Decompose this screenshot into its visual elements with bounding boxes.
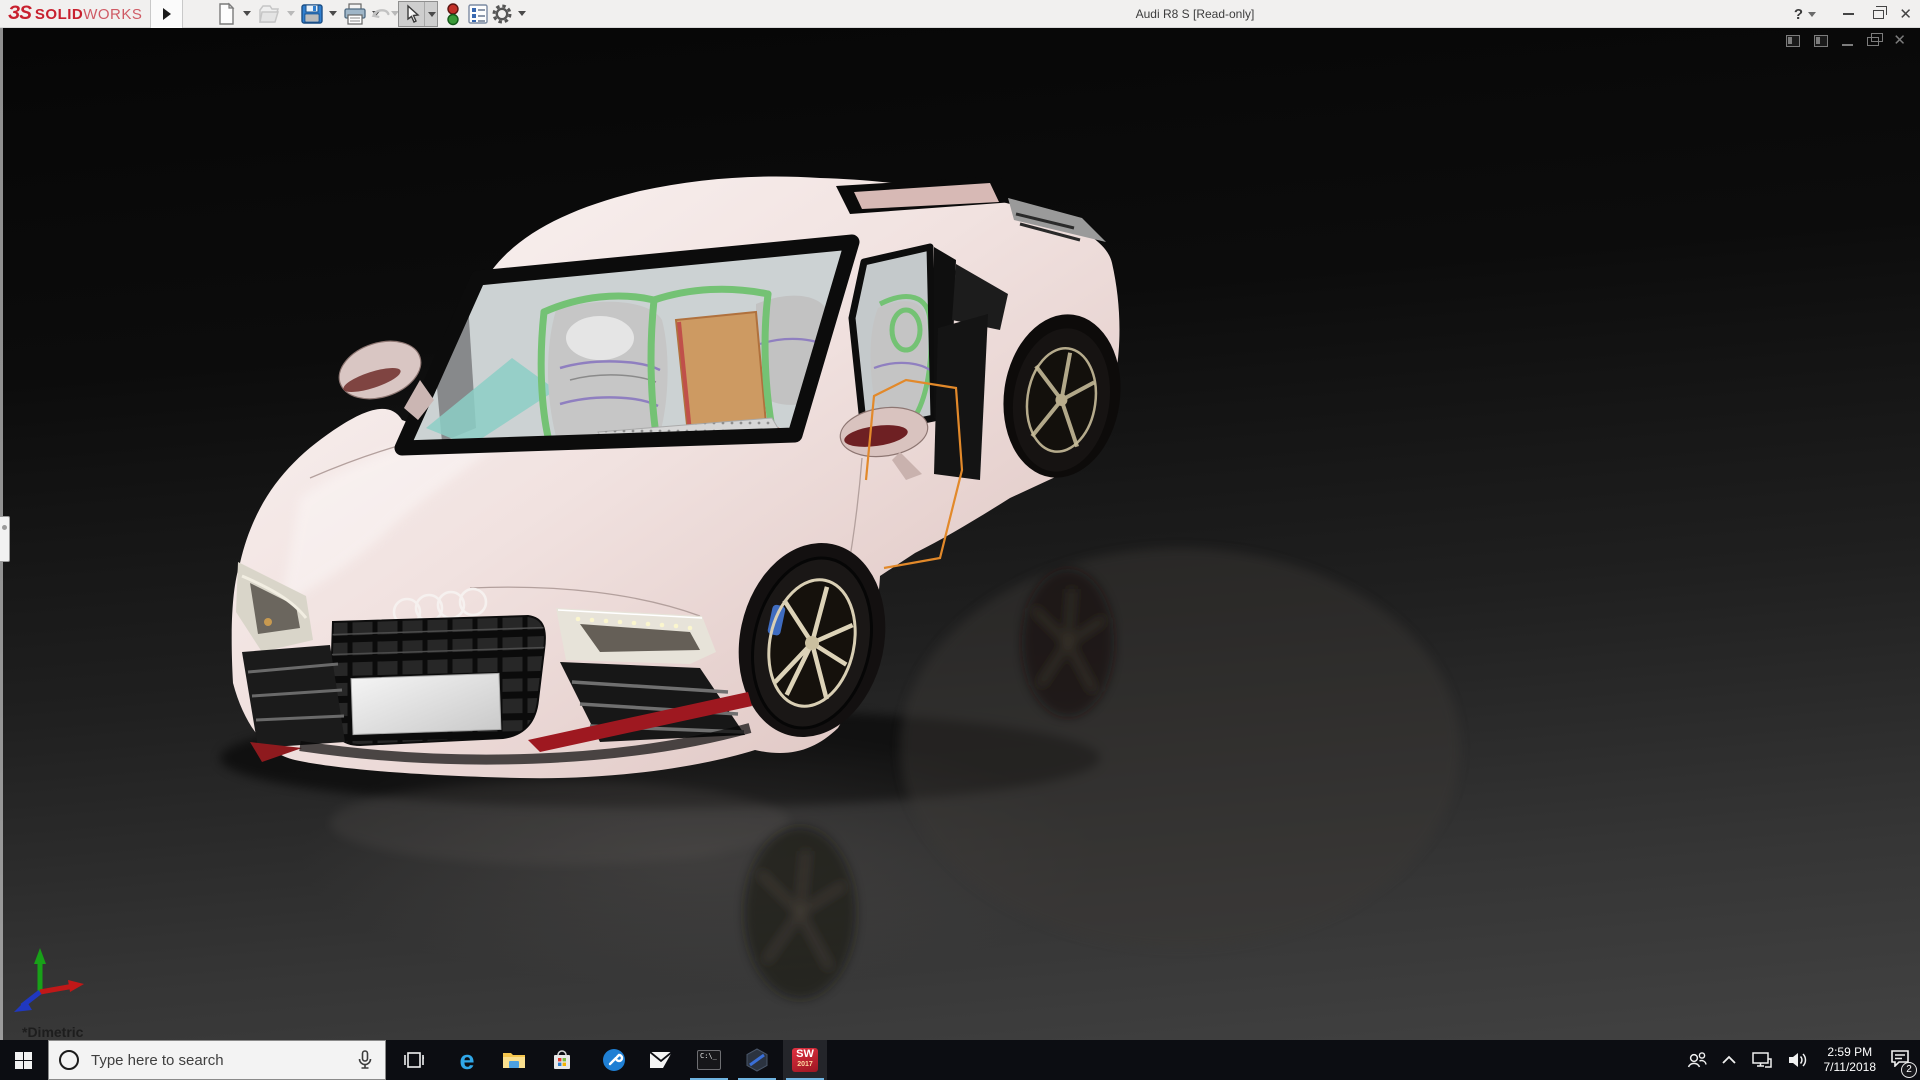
select-cursor-icon [403, 4, 423, 24]
license-plate [351, 673, 501, 734]
store-icon [551, 1049, 573, 1071]
save-dropdown[interactable] [329, 11, 337, 16]
new-document-icon[interactable] [214, 2, 238, 26]
right-headlight[interactable] [556, 608, 716, 664]
orientation-triad [8, 940, 108, 1030]
task-view-icon [403, 1049, 425, 1071]
feature-tree-collapsed-tab[interactable] [0, 516, 10, 562]
start-button[interactable] [0, 1040, 46, 1080]
people-icon[interactable] [1687, 1051, 1707, 1069]
hexagon-app-icon [745, 1048, 769, 1072]
notification-badge: 2 [1901, 1062, 1917, 1078]
menu-flyout-button[interactable] [150, 0, 183, 28]
file-explorer-icon [502, 1050, 526, 1070]
minimize-icon [1843, 13, 1854, 15]
clock[interactable]: 2:59 PM 7/11/2018 [1824, 1045, 1877, 1075]
dassault-mark: ЗS [8, 3, 31, 25]
taskbar-search[interactable] [48, 1040, 386, 1080]
print-icon[interactable] [343, 2, 367, 26]
edge-button[interactable]: e [445, 1040, 489, 1080]
network-icon[interactable] [1751, 1051, 1773, 1069]
microphone-icon[interactable] [357, 1050, 373, 1070]
close-icon: ✕ [1899, 5, 1912, 23]
action-center-button[interactable]: 2 [1890, 1049, 1910, 1072]
command-prompt-icon: C:\_ [697, 1050, 721, 1070]
select-dropdown[interactable] [428, 12, 436, 17]
mail-button[interactable] [639, 1040, 683, 1080]
close-button[interactable]: ✕ [1899, 0, 1912, 28]
solidworks-logo: ЗS SOLIDWORKS [8, 3, 142, 25]
command-prompt-button[interactable]: C:\_ [687, 1040, 731, 1080]
taskbar: e C:\_ [0, 1040, 1920, 1080]
y-axis-arrow [34, 948, 46, 964]
x-axis-arrow [68, 980, 84, 992]
edrawings-button[interactable] [735, 1040, 779, 1080]
task-view-button[interactable] [392, 1040, 436, 1080]
hidden-icons-chevron[interactable] [1721, 1055, 1737, 1065]
options-dropdown[interactable] [518, 11, 526, 16]
clock-date: 7/11/2018 [1824, 1060, 1877, 1075]
help-button[interactable]: ? [1794, 0, 1816, 28]
show-pane-icon[interactable] [1786, 35, 1800, 47]
cortana-icon [59, 1050, 79, 1070]
car-model-render[interactable] [0, 28, 1920, 1040]
open-icon[interactable] [257, 2, 281, 26]
flyout-arrow-icon [163, 8, 171, 20]
restore-button[interactable] [1873, 0, 1884, 28]
clock-time: 2:59 PM [1824, 1045, 1877, 1060]
solidworks-app-icon: SW 2017 [792, 1048, 818, 1072]
doc-restore-icon[interactable] [1867, 37, 1879, 46]
select-tool-button[interactable] [398, 1, 438, 27]
wrench-circle-icon [602, 1048, 626, 1072]
save-icon[interactable] [300, 2, 324, 26]
new-document-dropdown[interactable] [243, 11, 251, 16]
windshield[interactable] [402, 242, 852, 478]
support-app-button[interactable] [592, 1040, 636, 1080]
edge-icon: e [459, 1047, 474, 1073]
titlebar: ЗS SOLIDWORKS [0, 0, 1920, 28]
doc-minimize-icon[interactable] [1842, 44, 1853, 46]
minimize-button[interactable] [1843, 0, 1854, 28]
solidworks-taskbar-button[interactable]: SW 2017 [783, 1040, 827, 1080]
window-title: Audi R8 S [Read-only] [1020, 7, 1370, 21]
selection-filter-icon[interactable] [446, 2, 460, 26]
store-button[interactable] [540, 1040, 584, 1080]
view-orientation-label: *Dimetric [22, 1024, 83, 1040]
undo-icon [370, 3, 392, 25]
left-mirror[interactable] [332, 331, 434, 420]
mail-icon [649, 1051, 673, 1069]
volume-icon[interactable] [1787, 1051, 1809, 1069]
windows-logo-icon [15, 1052, 32, 1069]
front-grille[interactable] [320, 616, 560, 748]
doc-close-icon[interactable]: ✕ [1893, 34, 1906, 48]
graphics-viewport[interactable]: ✕ *Dimetric [0, 28, 1920, 1040]
options-gear-icon[interactable] [490, 2, 514, 26]
side-window[interactable] [852, 247, 934, 432]
open-dropdown[interactable] [287, 11, 295, 16]
file-explorer-button[interactable] [492, 1040, 536, 1080]
properties-icon[interactable] [466, 2, 490, 26]
show-pane2-icon[interactable] [1814, 35, 1828, 47]
restore-icon [1873, 10, 1884, 19]
search-input[interactable] [91, 1052, 357, 1069]
